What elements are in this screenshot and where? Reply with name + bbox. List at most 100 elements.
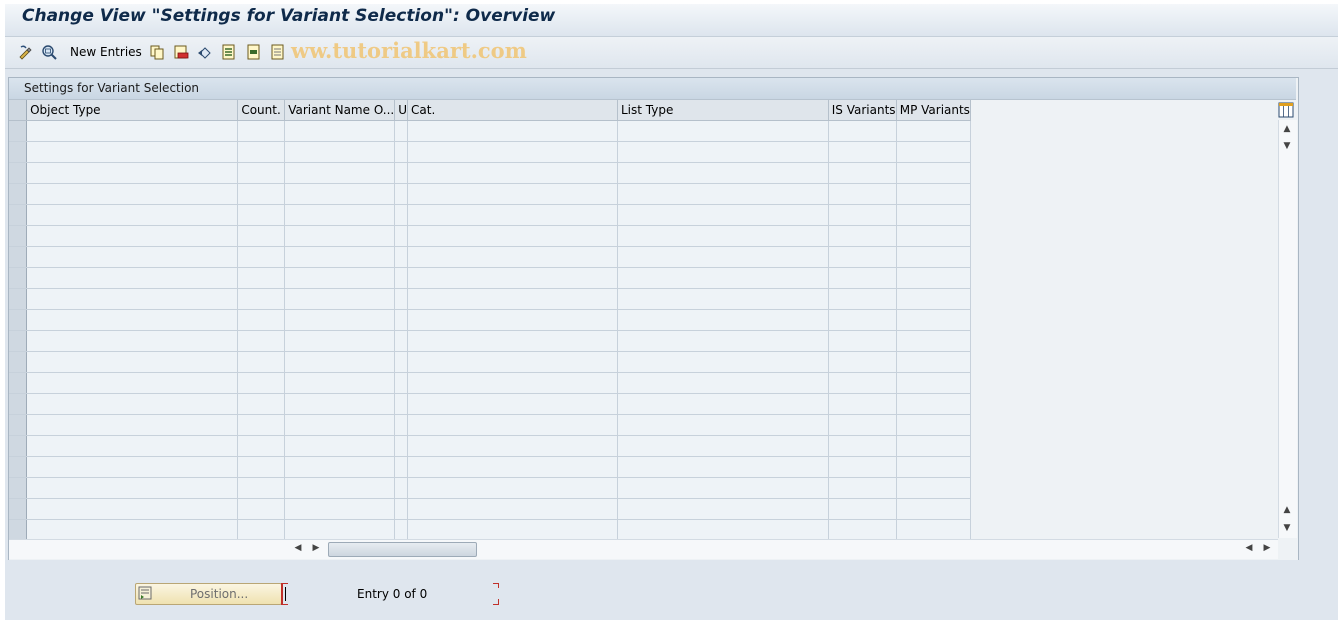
table-cell[interactable]	[896, 351, 972, 373]
table-cell[interactable]	[284, 435, 396, 457]
table-cell[interactable]	[284, 498, 396, 520]
table-cell[interactable]	[407, 141, 618, 163]
table-cell[interactable]	[407, 519, 618, 541]
table-cell[interactable]	[394, 183, 409, 205]
table-cell[interactable]	[828, 246, 897, 268]
table-cell[interactable]	[237, 120, 286, 142]
table-cell[interactable]	[617, 498, 829, 520]
table-cell[interactable]	[828, 288, 897, 310]
table-cell[interactable]	[828, 477, 897, 499]
row-selector[interactable]	[9, 372, 28, 394]
table-cell[interactable]	[617, 141, 829, 163]
table-cell[interactable]	[394, 456, 409, 478]
scroll-page-up-icon[interactable]: ▲	[1281, 505, 1293, 515]
table-cell[interactable]	[237, 393, 286, 415]
table-cell[interactable]	[617, 414, 829, 436]
table-cell[interactable]	[237, 456, 286, 478]
table-cell[interactable]	[407, 120, 618, 142]
new-entries-button[interactable]: New Entries	[70, 45, 142, 59]
table-cell[interactable]	[828, 330, 897, 352]
table-cell[interactable]	[617, 519, 829, 541]
table-cell[interactable]	[407, 498, 618, 520]
table-cell[interactable]	[284, 414, 396, 436]
row-selector[interactable]	[9, 309, 28, 331]
table-cell[interactable]	[284, 330, 396, 352]
table-cell[interactable]	[407, 267, 618, 289]
table-cell[interactable]	[237, 309, 286, 331]
row-selector[interactable]	[9, 456, 28, 478]
table-cell[interactable]	[26, 414, 239, 436]
table-cell[interactable]	[26, 477, 239, 499]
table-cell[interactable]	[617, 309, 829, 331]
table-cell[interactable]	[394, 204, 409, 226]
table-cell[interactable]	[237, 519, 286, 541]
table-cell[interactable]	[394, 351, 409, 373]
row-selector[interactable]	[9, 393, 28, 415]
table-cell[interactable]	[896, 183, 972, 205]
table-cell[interactable]	[237, 288, 286, 310]
row-selector[interactable]	[9, 519, 28, 541]
table-cell[interactable]	[237, 225, 286, 247]
table-cell[interactable]	[237, 414, 286, 436]
column-header-variant-name[interactable]: Variant Name O...	[284, 100, 396, 121]
table-cell[interactable]	[617, 351, 829, 373]
table-cell[interactable]	[617, 162, 829, 184]
table-cell[interactable]	[237, 477, 286, 499]
table-cell[interactable]	[26, 456, 239, 478]
row-selector[interactable]	[9, 204, 28, 226]
table-cell[interactable]	[26, 204, 239, 226]
table-cell[interactable]	[617, 267, 829, 289]
row-selector[interactable]	[9, 141, 28, 163]
table-cell[interactable]	[896, 288, 972, 310]
table-cell[interactable]	[26, 309, 239, 331]
table-cell[interactable]	[407, 288, 618, 310]
table-cell[interactable]	[896, 162, 972, 184]
table-cell[interactable]	[237, 435, 286, 457]
row-selector[interactable]	[9, 162, 28, 184]
table-cell[interactable]	[407, 183, 618, 205]
select-all-icon[interactable]	[221, 44, 237, 60]
table-cell[interactable]	[617, 330, 829, 352]
table-cell[interactable]	[26, 330, 239, 352]
table-cell[interactable]	[617, 456, 829, 478]
column-header-mp-variants[interactable]: MP Variants	[896, 100, 972, 121]
table-cell[interactable]	[394, 519, 409, 541]
select-all-rows-cell[interactable]	[9, 100, 28, 121]
table-cell[interactable]	[617, 393, 829, 415]
table-cell[interactable]	[394, 246, 409, 268]
table-cell[interactable]	[394, 267, 409, 289]
table-cell[interactable]	[394, 162, 409, 184]
table-cell[interactable]	[617, 435, 829, 457]
table-cell[interactable]	[896, 309, 972, 331]
table-cell[interactable]	[26, 141, 239, 163]
table-cell[interactable]	[828, 309, 897, 331]
table-cell[interactable]	[828, 393, 897, 415]
copy-as-icon[interactable]	[149, 44, 165, 60]
row-selector[interactable]	[9, 330, 28, 352]
column-header-cat[interactable]: Cat.	[407, 100, 618, 121]
table-cell[interactable]	[407, 393, 618, 415]
table-cell[interactable]	[394, 141, 409, 163]
table-cell[interactable]	[26, 519, 239, 541]
scroll-down-icon[interactable]: ▼	[1281, 141, 1293, 151]
table-cell[interactable]	[896, 477, 972, 499]
table-cell[interactable]	[407, 225, 618, 247]
table-cell[interactable]	[896, 393, 972, 415]
table-cell[interactable]	[617, 225, 829, 247]
table-cell[interactable]	[896, 498, 972, 520]
table-cell[interactable]	[394, 393, 409, 415]
row-selector[interactable]	[9, 351, 28, 373]
table-cell[interactable]	[617, 288, 829, 310]
table-cell[interactable]	[284, 519, 396, 541]
table-cell[interactable]	[26, 351, 239, 373]
table-cell[interactable]	[828, 456, 897, 478]
table-cell[interactable]	[26, 288, 239, 310]
table-cell[interactable]	[394, 309, 409, 331]
table-cell[interactable]	[26, 225, 239, 247]
table-cell[interactable]	[896, 267, 972, 289]
row-selector[interactable]	[9, 120, 28, 142]
row-selector[interactable]	[9, 288, 28, 310]
table-cell[interactable]	[407, 435, 618, 457]
table-cell[interactable]	[828, 519, 897, 541]
table-cell[interactable]	[284, 372, 396, 394]
